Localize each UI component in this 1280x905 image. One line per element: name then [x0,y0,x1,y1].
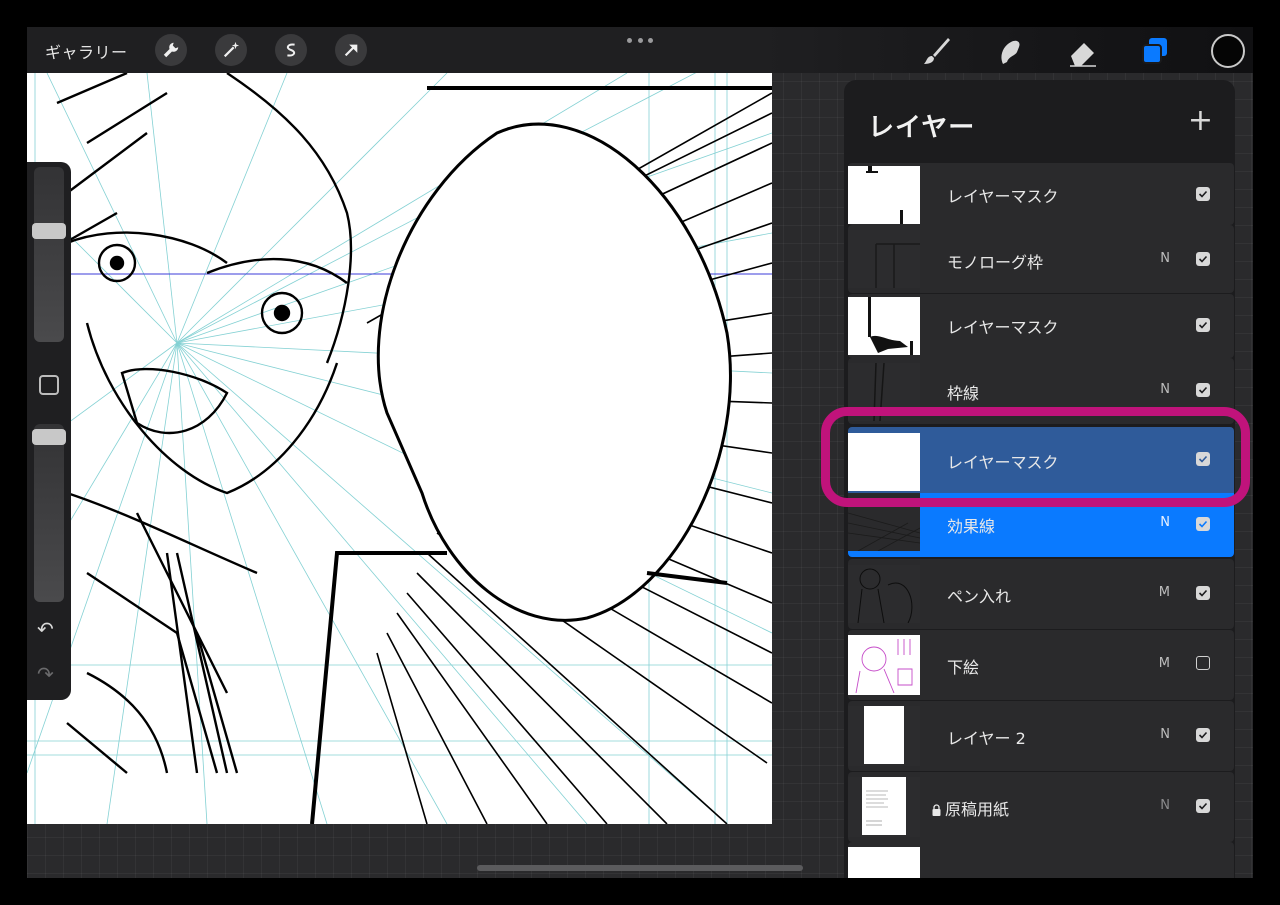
layer-name: レイヤーマスク [947,318,1059,337]
lock-icon [932,804,941,816]
undo-icon[interactable]: ↶ [37,617,54,641]
layer-row-manuscript-paper[interactable]: 原稿用紙 N [848,772,1234,842]
layer-row-partial[interactable] [848,842,1234,878]
layer-row-underdrawing[interactable]: 下絵 M [848,630,1234,700]
add-layer-button[interactable]: + [1188,106,1213,136]
gallery-button[interactable]: ギャラリー [45,39,128,63]
layer-name: レイヤーマスク [947,453,1059,472]
speech-balloon [376,122,732,622]
layer-visibility-checkbox[interactable] [1196,799,1210,813]
wrench-icon[interactable] [155,34,187,66]
layer-visibility-checkbox[interactable] [1196,586,1210,600]
layer-visibility-checkbox[interactable] [1196,187,1210,201]
layer-visibility-checkbox[interactable] [1196,318,1210,332]
procreate-screen: ギャラリー ↶ ↷ レイヤー + レイヤーマスク モノローグ枠 N レイヤーマス… [27,27,1253,878]
brush-icon[interactable] [920,34,954,68]
layer-thumbnail [848,847,920,878]
more-options-icon[interactable] [627,36,653,44]
blend-mode-label[interactable]: N [1160,382,1170,397]
character-linework [46,73,353,774]
layer-visibility-checkbox[interactable] [1196,252,1210,266]
blend-mode-label[interactable]: M [1159,585,1170,600]
drawing-canvas[interactable] [27,73,772,824]
layer-row-mask-1[interactable]: レイヤーマスク [848,163,1234,225]
selection-icon[interactable] [275,34,307,66]
layer-row-mask-2[interactable]: レイヤーマスク [848,294,1234,358]
layer-name: 効果線 [947,517,996,536]
layer-thumbnail [848,297,920,355]
brush-size-thumb[interactable] [32,223,66,239]
magic-wand-icon[interactable] [215,34,247,66]
layer-row-monologue-frame[interactable]: モノローグ枠 N [848,225,1234,293]
modify-button[interactable] [39,375,59,395]
brush-size-slider[interactable] [32,167,66,342]
layer-name: レイヤーマスク [947,187,1059,206]
transform-arrow-icon[interactable] [335,34,367,66]
layer-visibility-checkbox[interactable] [1196,452,1210,466]
layer-name: 下絵 [947,658,980,677]
layer-thumbnail [848,230,920,288]
opacity-slider[interactable] [32,424,66,602]
layer-name: レイヤー 2 [947,729,1026,748]
layer-thumbnail [848,565,920,623]
layer-name: 原稿用紙 [945,800,1010,819]
layer-row-frame-lines[interactable]: 枠線 N [848,358,1234,424]
layer-row-layer-2[interactable]: レイヤー 2 N [848,701,1234,771]
opacity-thumb[interactable] [32,429,66,445]
layer-visibility-checkbox[interactable] [1196,728,1210,742]
layer-thumbnail [848,777,920,837]
layer-thumbnail [848,706,920,766]
color-picker-swatch[interactable] [1211,34,1245,68]
home-indicator[interactable] [477,865,803,871]
layer-visibility-checkbox[interactable] [1196,383,1210,397]
layer-thumbnail [848,363,920,421]
top-toolbar: ギャラリー [27,27,1253,73]
layer-name: 枠線 [947,384,980,403]
layer-thumbnail [848,433,920,491]
layer-thumbnail [848,166,920,224]
blend-mode-label[interactable]: N [1160,251,1170,266]
layer-thumbnail [848,635,920,695]
layer-name: モノローグ枠 [947,253,1044,272]
manga-artwork [27,73,772,824]
layer-row-mask-selected[interactable]: レイヤーマスク [848,427,1234,493]
eraser-icon[interactable] [1066,34,1100,68]
layers-panel: レイヤー + レイヤーマスク モノローグ枠 N レイヤーマスク 枠線 N レイヤ… [844,80,1235,878]
smudge-icon[interactable] [993,34,1027,68]
layer-visibility-checkbox[interactable] [1196,517,1210,531]
layer-name-with-lock: 原稿用紙 [932,796,1009,820]
layers-icon[interactable] [1138,34,1172,68]
blend-mode-label[interactable]: N [1160,798,1170,813]
layer-name: ペン入れ [947,587,1012,606]
layer-row-inking[interactable]: ペン入れ M [848,559,1234,629]
layer-row-effect-lines[interactable]: 効果線 N [848,493,1234,557]
blend-mode-label[interactable]: N [1160,515,1170,530]
layer-visibility-checkbox[interactable] [1196,656,1210,670]
blend-mode-label[interactable]: M [1159,656,1170,671]
left-sidebar: ↶ ↷ [27,162,71,700]
redo-icon[interactable]: ↷ [37,662,54,686]
layers-title: レイヤー [868,113,976,143]
layer-thumbnail [848,493,920,551]
blend-mode-label[interactable]: N [1160,727,1170,742]
